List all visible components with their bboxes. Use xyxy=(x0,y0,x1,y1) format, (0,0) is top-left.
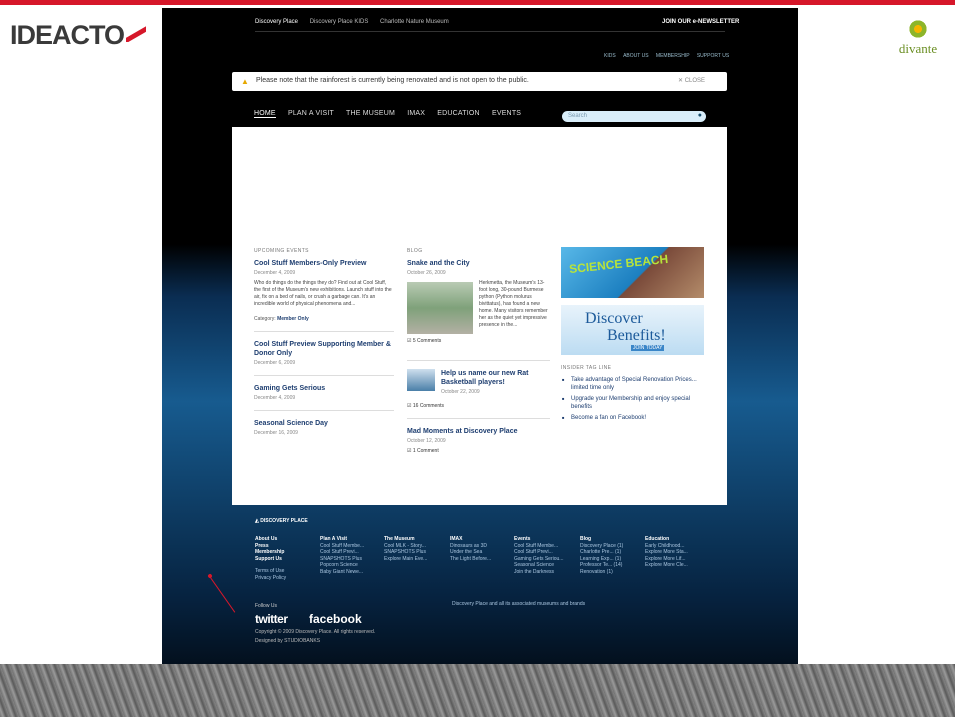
notice-close-button[interactable]: ✕ CLOSE xyxy=(678,77,705,84)
search-input[interactable]: Search ● xyxy=(562,111,706,122)
event-category: Category: Member Only xyxy=(254,316,309,322)
facebook-link[interactable]: facebook xyxy=(309,612,362,626)
upcoming-events: UPCOMING EVENTS Cool Stuff Members-Only … xyxy=(254,248,394,440)
notice-banner: ▲ Please note that the rainforest is cur… xyxy=(232,72,727,91)
footer-col: Education Early Childhood... Explore Mor… xyxy=(645,536,688,568)
event-title[interactable]: Cool Stuff Members-Only Preview xyxy=(254,259,394,268)
footer-col: Events Cool Stuff Membe... Cool Stuff Pr… xyxy=(514,536,564,575)
comments-link[interactable]: ☑ 1 Comment xyxy=(407,448,550,454)
footer-note: Discovery Place and all its associated m… xyxy=(452,601,586,607)
blog-post-title[interactable]: Mad Moments at Discovery Place xyxy=(407,427,550,436)
join-newsletter-link[interactable]: JOIN OUR e-NEWSLETTER xyxy=(662,19,739,25)
quick-links: KIDS ABOUT US MEMBERSHIP SUPPORT US xyxy=(598,53,729,59)
annotation-arrow xyxy=(209,576,236,613)
util-link[interactable]: Discovery Place xyxy=(255,19,298,25)
notice-text: Please note that the rainforest is curre… xyxy=(256,77,529,84)
quick-link[interactable]: MEMBERSHIP xyxy=(656,53,690,59)
nav-plan-a-visit[interactable]: PLAN A VISIT xyxy=(288,110,334,117)
blog-thumbnail[interactable] xyxy=(407,369,435,391)
event-title[interactable]: Gaming Gets Serious xyxy=(254,384,394,393)
blog-column: BLOG Snake and the City October 26, 2009… xyxy=(407,248,550,454)
blog-post-title[interactable]: Snake and the City xyxy=(407,259,550,268)
quick-link[interactable]: KIDS xyxy=(604,53,616,59)
event-title[interactable]: Cool Stuff Preview Supporting Member & D… xyxy=(254,340,394,358)
quick-link[interactable]: SUPPORT US xyxy=(697,53,729,59)
slide-top-bar xyxy=(0,0,955,5)
divante-logo: divante xyxy=(885,18,951,58)
utility-nav: Discovery Place Discovery Place KIDS Cha… xyxy=(255,19,459,25)
decorative-bottom-band xyxy=(0,664,955,717)
footer-col: IMAX Dinosaurs as 3D Under the Sea The L… xyxy=(450,536,492,562)
nav-imax[interactable]: IMAX xyxy=(407,110,425,117)
warning-icon: ▲ xyxy=(241,77,249,86)
nav-events[interactable]: EVENTS xyxy=(492,110,521,117)
copyright: Copyright © 2009 Discovery Place. All ri… xyxy=(255,629,376,644)
follow-us-label: Follow Us xyxy=(255,603,277,609)
comments-link[interactable]: ☑ 5 Comments xyxy=(407,338,550,344)
divante-flower-icon xyxy=(907,18,929,40)
tip-link[interactable]: Take advantage of Special Renovation Pri… xyxy=(561,376,704,392)
slide: IDEACTO divante Discovery Place Discover… xyxy=(0,0,955,717)
main-nav: HOME PLAN A VISIT THE MUSEUM IMAX EDUCAT… xyxy=(254,110,531,118)
nav-home[interactable]: HOME xyxy=(254,110,276,118)
footer-col: Blog Discovery Place (1) Charlotte Pre..… xyxy=(580,536,624,575)
footer-col: About Us Press Membership Support Us Ter… xyxy=(255,536,287,581)
science-beach-ad[interactable]: SCIENCE BEACH xyxy=(561,247,704,298)
divider xyxy=(255,31,725,32)
snake-photo[interactable] xyxy=(407,282,473,334)
tip-link[interactable]: Upgrade your Membership and enjoy specia… xyxy=(561,395,704,411)
nav-education[interactable]: EDUCATION xyxy=(437,110,480,117)
insider-tips: INSIDER TAG LINE Take advantage of Speci… xyxy=(561,365,704,422)
event-title[interactable]: Seasonal Science Day xyxy=(254,419,394,428)
logo-swoosh-icon xyxy=(126,26,147,42)
util-link[interactable]: Charlotte Nature Museum xyxy=(380,19,449,25)
website-screenshot: Discovery Place Discovery Place KIDS Cha… xyxy=(162,8,798,664)
membership-ad[interactable]: Discover Benefits! JOIN TODAY xyxy=(561,305,704,355)
search-icon[interactable]: ● xyxy=(698,112,702,119)
tip-link[interactable]: Become a fan on Facebook! xyxy=(561,414,704,422)
twitter-link[interactable]: twitter xyxy=(255,612,288,626)
footer-title: ◭ DISCOVERY PLACE xyxy=(255,518,308,524)
sidebar: SCIENCE BEACH Discover Benefits! JOIN TO… xyxy=(561,247,704,425)
ideacto-logo: IDEACTO xyxy=(10,20,147,51)
footer-col: The Museum Cool MLK - Story... SNAPSHOTS… xyxy=(384,536,428,562)
util-link[interactable]: Discovery Place KIDS xyxy=(310,19,369,25)
comments-link[interactable]: ☑ 16 Comments xyxy=(407,399,550,409)
footer-col: Plan A Visit Cool Stuff Membe... Cool St… xyxy=(320,536,365,575)
quick-link[interactable]: ABOUT US xyxy=(623,53,648,59)
nav-the-museum[interactable]: THE MUSEUM xyxy=(346,110,395,117)
